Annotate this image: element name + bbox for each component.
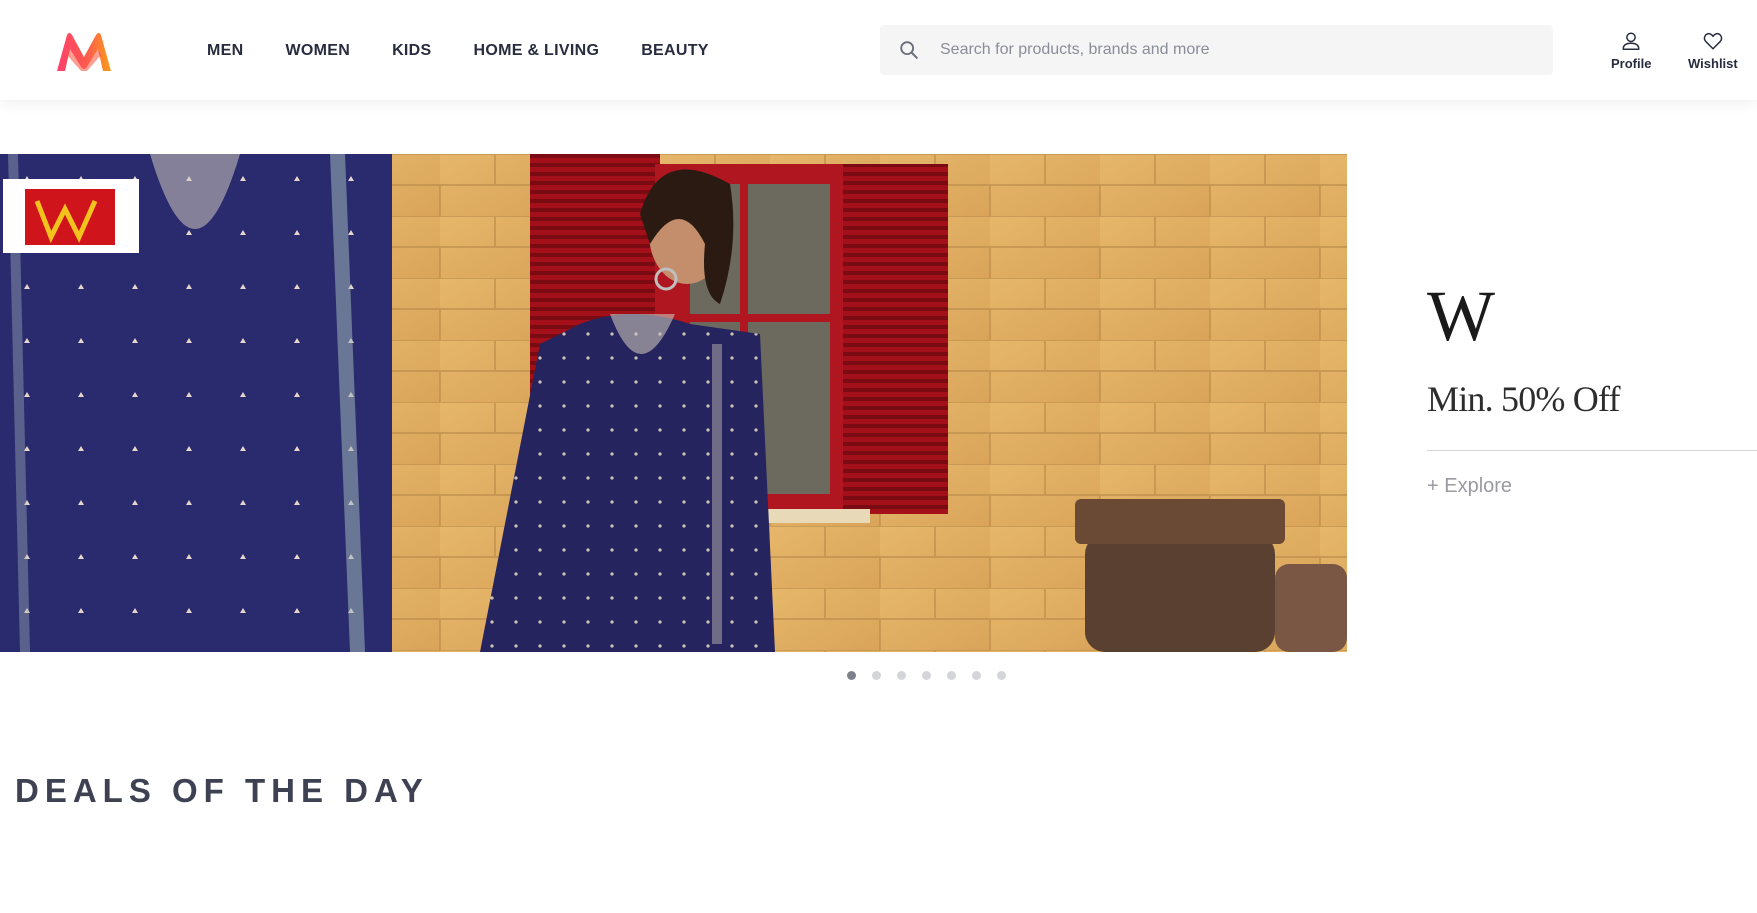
user-icon xyxy=(1622,32,1640,50)
wishlist-button[interactable]: Wishlist xyxy=(1688,30,1738,71)
carousel-dot-1[interactable] xyxy=(847,671,856,680)
nav-men[interactable]: MEN xyxy=(207,40,243,60)
main-nav: MEN WOMEN KIDS HOME & LIVING BEAUTY xyxy=(207,0,751,100)
deals-section-title: DEALS OF THE DAY xyxy=(15,772,429,809)
carousel-dot-3[interactable] xyxy=(897,671,906,680)
carousel-dot-2[interactable] xyxy=(872,671,881,680)
nav-kids[interactable]: KIDS xyxy=(392,40,431,60)
hero-banner[interactable] xyxy=(0,154,1347,652)
myntra-logo-icon[interactable] xyxy=(53,31,115,73)
search-icon[interactable] xyxy=(898,39,920,61)
heart-icon xyxy=(1703,32,1723,50)
carousel-dots xyxy=(847,671,1006,680)
carousel-dot-5[interactable] xyxy=(947,671,956,680)
search-bar xyxy=(880,25,1553,75)
search-input[interactable] xyxy=(940,26,1552,74)
banner-brand: W xyxy=(1427,276,1495,356)
carousel-dot-6[interactable] xyxy=(972,671,981,680)
profile-button[interactable]: Profile xyxy=(1611,30,1651,71)
nav-women[interactable]: WOMEN xyxy=(285,40,350,60)
banner-image xyxy=(0,154,1347,652)
profile-label: Profile xyxy=(1611,56,1652,71)
wishlist-label: Wishlist xyxy=(1688,56,1738,71)
carousel-dot-4[interactable] xyxy=(922,671,931,680)
nav-beauty[interactable]: BEAUTY xyxy=(641,40,709,60)
site-header: MEN WOMEN KIDS HOME & LIVING BEAUTY Prof… xyxy=(0,0,1757,100)
carousel-dot-7[interactable] xyxy=(997,671,1006,680)
w-brand-logo-icon xyxy=(3,179,139,253)
banner-side-panel: W Min. 50% Off + Explore xyxy=(1427,280,1757,498)
banner-offer: Min. 50% Off xyxy=(1427,379,1621,419)
banner-divider xyxy=(1427,450,1757,451)
explore-link[interactable]: + Explore xyxy=(1427,475,1512,498)
nav-home-living[interactable]: HOME & LIVING xyxy=(474,40,600,60)
